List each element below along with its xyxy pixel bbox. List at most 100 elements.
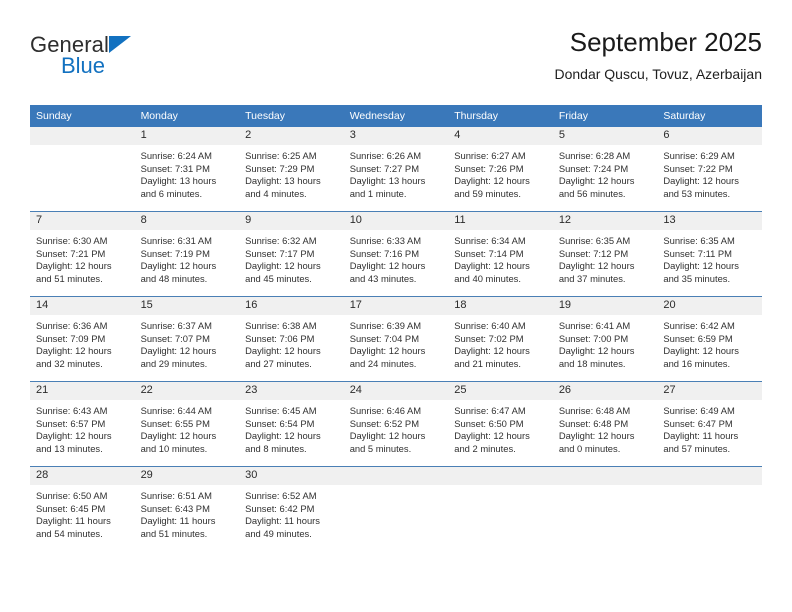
weekday-header-thursday: Thursday (448, 105, 553, 127)
day-detail-line: and 18 minutes. (558, 357, 626, 369)
calendar-day-cell[interactable]: 15 Sunrise: 6:37 AM Sunset: 7:07 PM Dayligh… (134, 296, 240, 382)
calendar-day-cell[interactable]: 13 Sunrise: 6:35 AM Sunset: 7:11 PM Dayligh… (657, 211, 762, 297)
logo-triangle-icon (109, 36, 131, 53)
day-detail-line: and 27 minutes. (245, 357, 312, 369)
day-detail-line: Daylight: 12 hours (558, 430, 635, 442)
day-number: 29 (134, 467, 240, 485)
calendar-day-cell[interactable]: 21 Sunrise: 6:43 AM Sunset: 6:57 PM Dayligh… (30, 381, 135, 467)
calendar-day-cell[interactable]: 6 Sunrise: 6:29 AM Sunset: 7:22 PM Daylight… (657, 127, 762, 212)
day-number: 3 (343, 127, 449, 145)
day-detail-line: Daylight: 12 hours (454, 430, 530, 442)
calendar-day-cell[interactable]: 11 Sunrise: 6:34 AM Sunset: 7:14 PM Dayligh… (448, 211, 553, 297)
day-detail-line: Daylight: 12 hours (140, 345, 217, 357)
calendar-day-cell[interactable]: 8 Sunrise: 6:31 AM Sunset: 7:19 PM Daylight… (134, 211, 240, 297)
day-detail-line: Sunrise: 6:30 AM (36, 235, 108, 246)
calendar-day-cell[interactable]: 10 Sunrise: 6:33 AM Sunset: 7:16 PM Dayligh… (343, 211, 449, 297)
day-detail-line: and 21 minutes. (454, 357, 521, 369)
day-detail-line: and 40 minutes. (454, 272, 521, 284)
day-number (552, 467, 658, 485)
day-details: Sunrise: 6:35 AM Sunset: 7:12 PM Daylight:… (553, 230, 658, 285)
calendar-day-cell[interactable]: 20 Sunrise: 6:42 AM Sunset: 6:59 PM Dayligh… (657, 296, 762, 382)
calendar-day-cell[interactable]: 18 Sunrise: 6:40 AM Sunset: 7:02 PM Dayligh… (448, 296, 553, 382)
day-detail-line: Daylight: 12 hours (36, 345, 112, 357)
day-detail-line: Sunset: 7:12 PM (558, 247, 629, 259)
day-number: 7 (30, 212, 135, 230)
day-detail-line: Daylight: 11 hours (663, 430, 739, 442)
day-number: 19 (552, 297, 658, 315)
day-detail-line: Daylight: 12 hours (36, 260, 112, 272)
day-detail-line: and 53 minutes. (663, 187, 731, 199)
day-detail-line: and 32 minutes. (36, 357, 103, 369)
calendar-day-cell[interactable]: 12 Sunrise: 6:35 AM Sunset: 7:12 PM Dayligh… (552, 211, 658, 297)
day-number: 1 (134, 127, 240, 145)
day-detail-line: and 37 minutes. (558, 272, 626, 284)
calendar-day-cell[interactable]: 22 Sunrise: 6:44 AM Sunset: 6:55 PM Dayligh… (134, 381, 240, 467)
day-details: Sunrise: 6:49 AM Sunset: 6:47 PM Daylight:… (657, 400, 762, 455)
calendar-day-cell[interactable]: 28 Sunrise: 6:50 AM Sunset: 6:45 PM Dayligh… (30, 466, 135, 551)
day-detail-line: Daylight: 12 hours (663, 260, 739, 272)
day-details: Sunrise: 6:40 AM Sunset: 7:02 PM Daylight:… (448, 315, 553, 370)
day-detail-line: Sunset: 7:24 PM (558, 162, 629, 174)
day-detail-line: and 51 minutes. (140, 527, 208, 539)
day-detail-line: Sunset: 6:43 PM (140, 502, 210, 514)
day-number: 28 (30, 467, 135, 485)
day-details: Sunrise: 6:30 AM Sunset: 7:21 PM Daylight:… (30, 230, 135, 285)
calendar-day-cell[interactable]: 27 Sunrise: 6:49 AM Sunset: 6:47 PM Dayligh… (657, 381, 762, 467)
day-details: Sunrise: 6:39 AM Sunset: 7:04 PM Daylight:… (344, 315, 449, 370)
calendar-day-cell[interactable]: 17 Sunrise: 6:39 AM Sunset: 7:04 PM Dayligh… (343, 296, 449, 382)
day-details: Sunrise: 6:35 AM Sunset: 7:11 PM Daylight:… (657, 230, 762, 285)
calendar-day-cell-empty (552, 466, 658, 551)
day-detail-line: Sunrise: 6:41 AM (558, 320, 631, 331)
day-details: Sunrise: 6:32 AM Sunset: 7:17 PM Daylight:… (239, 230, 344, 285)
calendar-day-cell[interactable]: 25 Sunrise: 6:47 AM Sunset: 6:50 PM Dayligh… (448, 381, 553, 467)
day-number: 25 (448, 382, 553, 400)
calendar-day-cell[interactable]: 26 Sunrise: 6:48 AM Sunset: 6:48 PM Dayligh… (552, 381, 658, 467)
calendar-day-cell[interactable]: 3 Sunrise: 6:26 AM Sunset: 7:27 PM Daylight… (343, 127, 449, 212)
calendar-day-cell[interactable]: 14 Sunrise: 6:36 AM Sunset: 7:09 PM Dayligh… (30, 296, 135, 382)
day-detail-line: Sunset: 7:16 PM (349, 247, 419, 259)
calendar-day-cell[interactable]: 29 Sunrise: 6:51 AM Sunset: 6:43 PM Dayligh… (134, 466, 240, 551)
day-detail-line: Sunset: 7:22 PM (663, 162, 733, 174)
day-details: Sunrise: 6:24 AM Sunset: 7:31 PM Daylight:… (135, 145, 240, 200)
day-detail-line: Daylight: 12 hours (36, 430, 112, 442)
day-details: Sunrise: 6:52 AM Sunset: 6:42 PM Daylight:… (239, 485, 344, 540)
day-detail-line: and 54 minutes. (36, 527, 103, 539)
calendar-day-cell[interactable]: 19 Sunrise: 6:41 AM Sunset: 7:00 PM Dayligh… (552, 296, 658, 382)
calendar-day-cell[interactable]: 30 Sunrise: 6:52 AM Sunset: 6:42 PM Dayligh… (239, 466, 344, 551)
day-detail-line: Sunset: 7:21 PM (36, 247, 106, 259)
day-detail-line: Daylight: 12 hours (349, 430, 426, 442)
calendar-day-cell[interactable]: 2 Sunrise: 6:25 AM Sunset: 7:29 PM Daylight… (239, 127, 344, 212)
day-detail-line: and 10 minutes. (140, 442, 208, 454)
day-number: 8 (134, 212, 240, 230)
day-detail-line: Sunset: 7:29 PM (245, 162, 315, 174)
day-detail-line: Daylight: 12 hours (558, 260, 635, 272)
day-details (30, 145, 135, 150)
day-details: Sunrise: 6:37 AM Sunset: 7:07 PM Daylight:… (135, 315, 240, 370)
day-detail-line: Sunset: 7:02 PM (454, 332, 524, 344)
weekday-header-sunday: Sunday (30, 105, 135, 127)
day-detail-line: Sunset: 7:09 PM (36, 332, 106, 344)
calendar-day-cell[interactable]: 24 Sunrise: 6:46 AM Sunset: 6:52 PM Dayligh… (343, 381, 449, 467)
day-detail-line: Daylight: 12 hours (663, 175, 739, 187)
day-detail-line: Sunset: 7:14 PM (454, 247, 524, 259)
day-number (657, 467, 762, 485)
calendar-day-cell[interactable]: 16 Sunrise: 6:38 AM Sunset: 7:06 PM Dayligh… (239, 296, 344, 382)
day-detail-line: Sunrise: 6:39 AM (349, 320, 422, 331)
calendar-page: General Blue September 2025 Dondar Quscu… (0, 0, 792, 612)
day-number: 10 (343, 212, 449, 230)
calendar-day-cell[interactable]: 23 Sunrise: 6:45 AM Sunset: 6:54 PM Dayligh… (239, 381, 344, 467)
day-number: 12 (552, 212, 658, 230)
day-detail-line: Daylight: 11 hours (245, 515, 320, 527)
calendar-day-cell[interactable]: 4 Sunrise: 6:27 AM Sunset: 7:26 PM Daylight… (448, 127, 553, 212)
day-number (343, 467, 449, 485)
day-detail-line: Sunset: 7:17 PM (245, 247, 315, 259)
calendar-day-cell[interactable]: 9 Sunrise: 6:32 AM Sunset: 7:17 PM Daylight… (239, 211, 344, 297)
general-blue-logo: General Blue (30, 32, 270, 88)
day-detail-line: Daylight: 12 hours (349, 260, 426, 272)
day-detail-line: Sunset: 6:50 PM (454, 417, 524, 429)
day-detail-line: and 2 minutes. (454, 442, 516, 454)
calendar-day-cell[interactable]: 5 Sunrise: 6:28 AM Sunset: 7:24 PM Daylight… (552, 127, 658, 212)
calendar-day-cell[interactable]: 1 Sunrise: 6:24 AM Sunset: 7:31 PM Daylight… (134, 127, 240, 212)
calendar-day-cell[interactable]: 7 Sunrise: 6:30 AM Sunset: 7:21 PM Daylight… (30, 211, 135, 297)
day-detail-line: Sunset: 6:54 PM (245, 417, 315, 429)
